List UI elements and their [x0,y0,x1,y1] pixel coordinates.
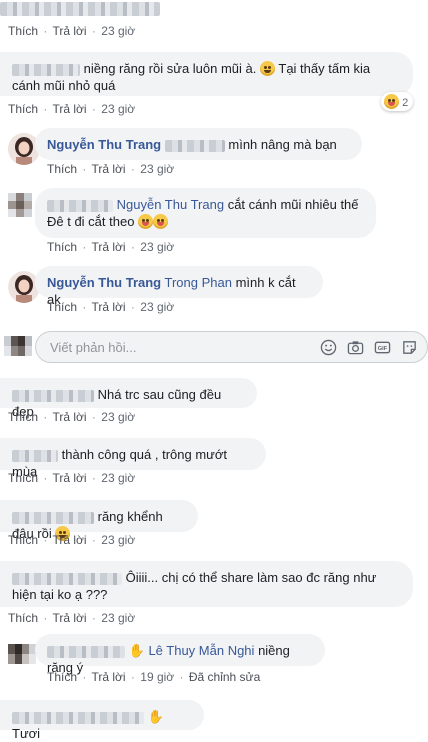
pixelated-avatar-icon [8,193,32,217]
like-link[interactable]: Thích [8,102,38,116]
timestamp[interactable]: 23 giờ [101,611,135,625]
comment-bubble: Nguyễn Thu Trang mình nâng mà bạn [35,128,362,160]
reaction-count: 2 [402,97,409,109]
comment-bubble: Nguyễn Thu Trang Trong Phan mình k cắt a… [35,266,323,307]
comment-actions: Thích · Trả lời · 23 giờ [8,102,136,116]
reply-link[interactable]: Trả lời [91,162,125,176]
blurred-author [47,199,113,212]
expressionless-emoji-icon [260,61,275,76]
comment-bubble: răng khểnh đâu rồi [0,500,198,541]
like-link[interactable]: Thích [47,240,77,254]
tongue-emoji-icon [153,214,169,229]
reply-link[interactable]: Trả lời [52,611,86,625]
emoji-icon[interactable] [320,339,337,356]
svg-text:GIF: GIF [378,346,388,352]
reply-link[interactable]: Trả lời [52,410,86,424]
mention-tag[interactable]: Lê Thuy Mẫn Nghi [148,643,254,658]
reply-link[interactable]: Trả lời [52,471,86,485]
comment-actions: Thích · Trả lời · 23 giờ [8,24,136,38]
comment-actions: Thích · Trả lời · 23 giờ [8,471,136,485]
reply-link[interactable]: Trả lời [52,102,86,116]
reaction-summary[interactable]: 2 [381,92,414,111]
reply-link[interactable]: Trả lời [91,240,125,254]
like-link[interactable]: Thích [8,611,38,625]
blurred-author [12,449,58,462]
timestamp[interactable]: 19 giờ [140,670,174,684]
current-user-avatar [4,336,36,368]
camera-icon[interactable] [347,339,364,356]
timestamp[interactable]: 23 giờ [140,300,174,314]
blurred-author [12,572,122,585]
like-link[interactable]: Thích [47,300,77,314]
wave-hand-icon: ✋ [128,643,145,658]
like-link[interactable]: Thích [8,471,38,485]
comment-text-2: Đê t đi cắt theo [47,214,135,229]
sticker-icon[interactable] [401,339,418,356]
haha-reaction-icon [384,94,399,109]
comment-bubble: Ôiiii... chị có thể share làm sao đc răn… [0,561,413,607]
comment-bubble: ✋ Tươi [0,700,204,741]
comment-bubble: Nhá trc sau cũng đều đẹp [0,378,257,419]
comment-actions: Thích · Trả lời · 23 giờ [8,533,136,547]
blurred-text [0,0,160,16]
comment-text: niềng răng rồi sửa luôn mũi à. [83,61,257,76]
reply-link[interactable]: Trả lời [91,300,125,314]
timestamp[interactable]: 23 giờ [140,162,174,176]
reply-link[interactable]: Trả lời [52,24,86,38]
comment-bubble: niềng răng rồi sửa luôn mũi à. Tại thấy … [0,52,413,96]
comment-actions: Thích · Trả lời · 23 giờ [47,300,175,314]
tongue-emoji-icon [138,214,154,229]
pixelated-avatar-icon [4,336,32,356]
timestamp[interactable]: 23 giờ [101,471,135,485]
comment-author[interactable]: Nguyễn Thu Trang [47,275,161,290]
timestamp[interactable]: 23 giờ [140,240,174,254]
reply-link[interactable]: Trả lời [91,670,125,684]
reply-link[interactable]: Trả lời [52,533,86,547]
timestamp[interactable]: 23 giờ [101,410,135,424]
pixelated-avatar-icon [8,644,36,664]
comment-text: Tươi [12,726,41,741]
mention-tag[interactable]: Trong Phan [165,275,232,290]
comment-bubble: ✋ Lê Thuy Mẫn Nghi niềng răng ý [35,634,325,675]
comment-author[interactable]: Nguyễn Thu Trang [47,137,161,152]
comment-text: mình nâng mà bạn [228,137,337,152]
mention-tag[interactable]: Nguyễn Thu Trang [117,197,224,212]
like-link[interactable]: Thích [8,533,38,547]
blurred-tag [164,139,225,152]
blurred-author [12,711,144,724]
like-link[interactable]: Thích [47,670,77,684]
like-link[interactable]: Thích [8,24,38,38]
reply-input[interactable] [48,339,292,356]
comment-actions: Thích · Trả lời · 23 giờ [47,240,175,254]
timestamp[interactable]: 23 giờ [101,533,135,547]
blurred-author [47,645,125,658]
like-link[interactable]: Thích [47,162,77,176]
gif-icon[interactable]: GIF [374,339,391,356]
comment-text: cắt cánh mũi nhiêu thế [227,197,359,212]
wave-hand-icon: ✋ [147,709,164,724]
comment-actions: Thích · Trả lời · 23 giờ [8,410,136,424]
comment-actions: Thích · Trả lời · 23 giờ [8,611,136,625]
edited-label[interactable]: Đã chỉnh sửa [189,670,260,684]
timestamp[interactable]: 23 giờ [101,24,135,38]
comment-bubble: Nguyễn Thu Trang cắt cánh mũi nhiêu thế … [35,188,376,238]
like-link[interactable]: Thích [8,410,38,424]
timestamp[interactable]: 23 giờ [101,102,135,116]
blurred-author [12,389,94,402]
comment-actions: Thích · Trả lời · 23 giờ [47,162,175,176]
comment-bubble: thành công quá , trông mướt mùa [0,438,266,479]
reply-box: GIF [35,331,428,363]
comment-actions: Thích · Trả lời · 19 giờ · Đã chỉnh sửa [47,670,261,684]
blurred-author [12,63,80,76]
blurred-author [12,511,94,524]
